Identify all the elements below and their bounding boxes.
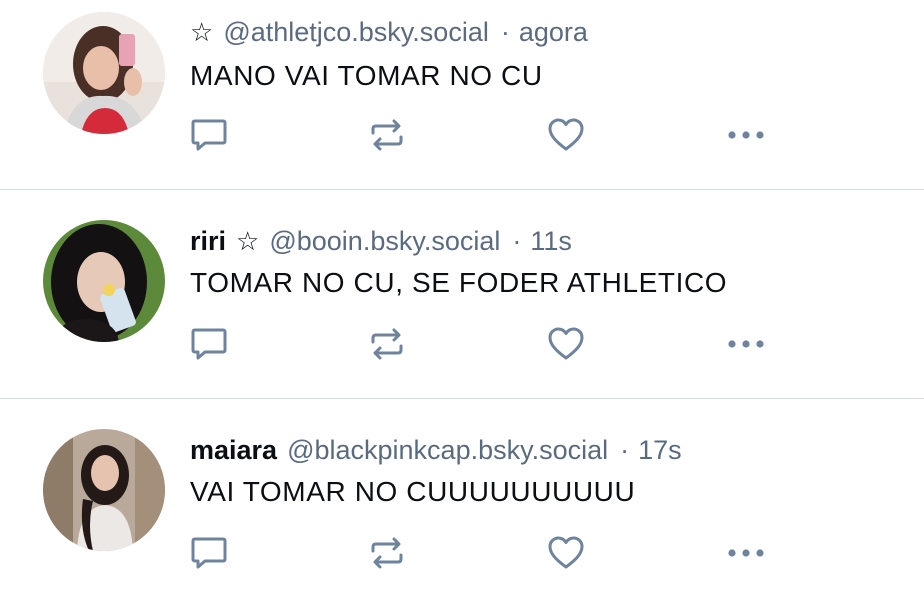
more-options-button[interactable] <box>724 324 768 364</box>
more-options-button[interactable] <box>724 533 768 573</box>
post-item[interactable]: riri ☆ @booin.bsky.social · 11s TOMAR NO… <box>0 190 924 399</box>
author-handle[interactable]: @booin.bsky.social <box>269 226 500 257</box>
star-badge-icon: ☆ <box>236 226 260 256</box>
post-text: VAI TOMAR NO CUUUUUUUUUU <box>190 476 636 507</box>
star-badge-icon: ☆ <box>190 17 214 47</box>
post-time[interactable]: 17s <box>638 435 682 466</box>
repost-button[interactable] <box>367 115 407 155</box>
reply-button[interactable] <box>189 533 229 573</box>
post-header: ☆ @athletjco.bsky.social · agora <box>190 14 588 50</box>
reply-button[interactable] <box>189 324 229 364</box>
post-time[interactable]: agora <box>519 17 588 48</box>
ellipsis-icon <box>728 340 764 348</box>
speech-bubble-icon <box>191 537 227 569</box>
author-display-name[interactable]: riri <box>190 226 226 257</box>
ellipsis-icon <box>728 131 764 139</box>
post-header: maiara @blackpinkcap.bsky.social · 17s <box>190 432 682 468</box>
repost-button[interactable] <box>367 324 407 364</box>
repost-arrows-icon <box>371 119 403 151</box>
heart-icon <box>548 327 584 360</box>
post-actions <box>0 533 924 573</box>
author-display-name[interactable]: maiara <box>190 435 277 466</box>
post-item[interactable]: ☆ @athletjco.bsky.social · agora MANO VA… <box>0 0 924 190</box>
repost-arrows-icon <box>371 537 403 569</box>
post-actions <box>0 115 924 155</box>
like-button[interactable] <box>546 115 586 155</box>
meta-separator: · <box>500 16 510 47</box>
repost-arrows-icon <box>371 328 403 360</box>
speech-bubble-icon <box>191 328 227 360</box>
heart-icon <box>548 118 584 151</box>
author-handle[interactable]: @blackpinkcap.bsky.social <box>287 435 608 466</box>
post-text: MANO VAI TOMAR NO CU <box>190 60 543 91</box>
post-item[interactable]: maiara @blackpinkcap.bsky.social · 17s V… <box>0 399 924 597</box>
post-text: TOMAR NO CU, SE FODER ATHLETICO <box>190 267 728 298</box>
repost-button[interactable] <box>367 533 407 573</box>
meta-separator: · <box>620 434 630 465</box>
more-options-button[interactable] <box>724 115 768 155</box>
author-handle[interactable]: @athletjco.bsky.social <box>223 17 489 48</box>
post-time[interactable]: 11s <box>530 226 572 257</box>
feed: ☆ @athletjco.bsky.social · agora MANO VA… <box>0 0 924 597</box>
post-actions <box>0 324 924 364</box>
post-header: riri ☆ @booin.bsky.social · 11s <box>190 223 572 259</box>
ellipsis-icon <box>728 549 764 557</box>
heart-icon <box>548 536 584 569</box>
like-button[interactable] <box>546 533 586 573</box>
reply-button[interactable] <box>189 115 229 155</box>
meta-separator: · <box>512 225 522 256</box>
speech-bubble-icon <box>191 119 227 151</box>
like-button[interactable] <box>546 324 586 364</box>
